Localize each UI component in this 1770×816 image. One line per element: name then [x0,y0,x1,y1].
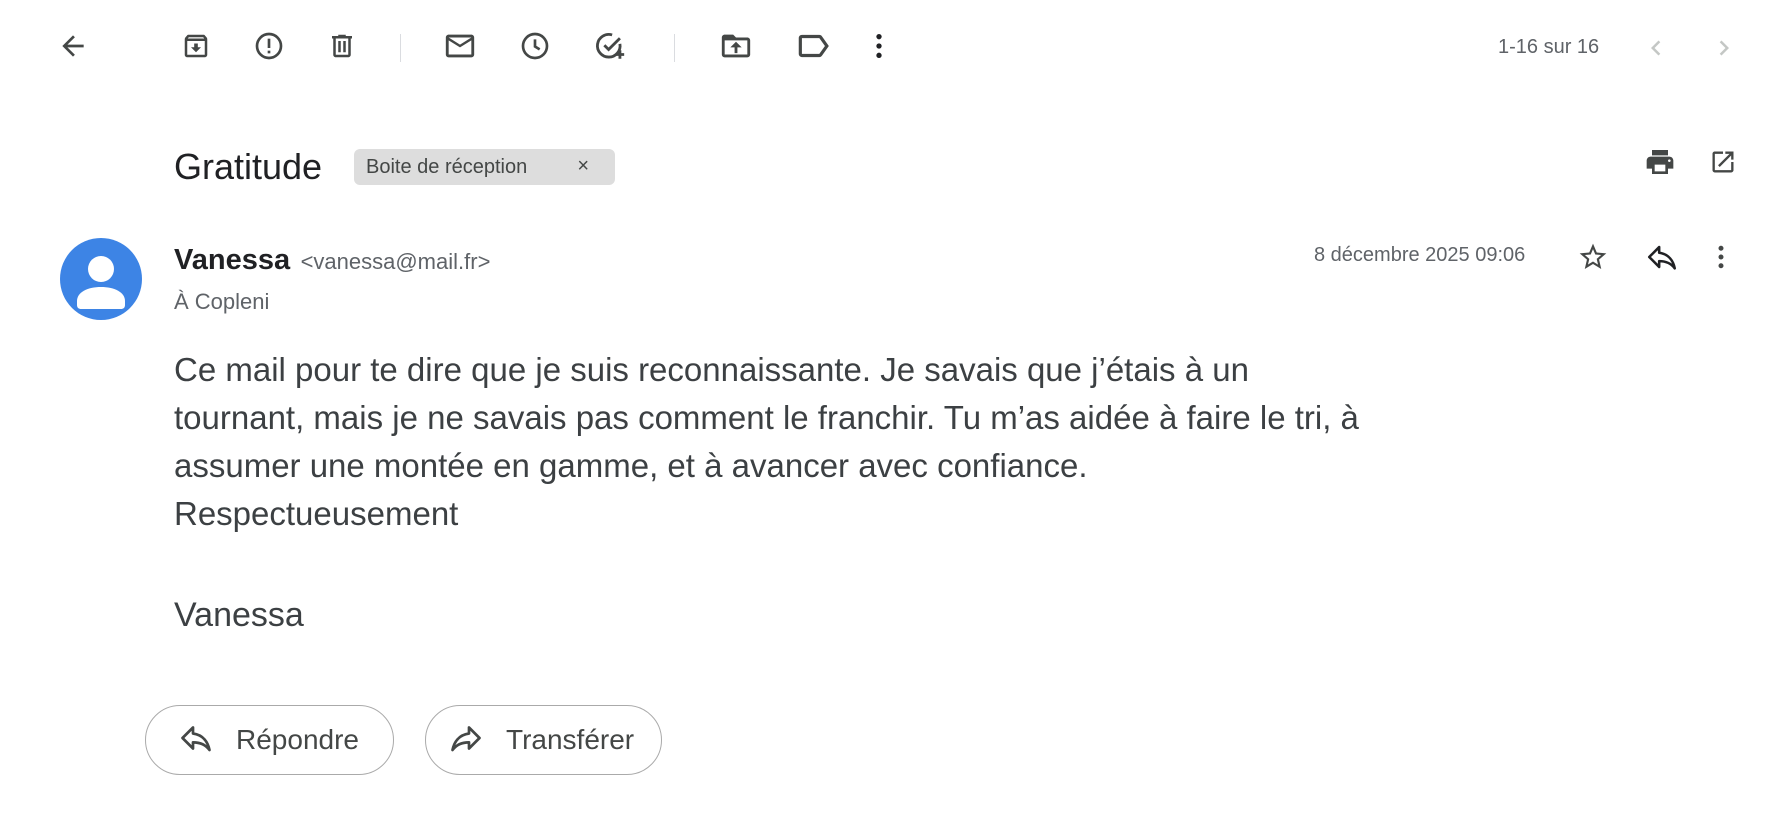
newer-button[interactable] [1632,24,1680,72]
report-spam-button[interactable] [245,22,293,70]
email-body: Ce mail pour te dire que je suis reconna… [174,346,1494,538]
arrow-left-icon [57,30,89,62]
toolbar-divider [674,34,675,62]
print-button[interactable] [1636,138,1684,186]
pagination-count: 1-16 sur 16 [1498,36,1600,58]
forward-button-label: Transférer [506,724,635,755]
back-button[interactable] [49,22,97,70]
body-line: tournant, mais je ne savais pas comment … [174,399,1359,436]
trash-icon [327,31,357,61]
labels-button[interactable] [789,22,837,70]
email-signature: Vanessa [174,596,304,634]
inbox-label-chip[interactable]: Boite de réception × [354,149,615,185]
label-icon [794,27,832,65]
open-in-new-icon [1709,148,1737,176]
more-vertical-icon [1706,242,1736,272]
remove-label-button[interactable]: × [577,155,589,178]
snooze-button[interactable] [511,22,559,70]
archive-button[interactable] [172,22,220,70]
email-subject: Gratitude [174,146,323,187]
reply-icon [178,720,236,761]
sender-name: Vanessa [174,244,291,276]
open-in-new-window-button[interactable] [1699,138,1747,186]
forward-icon [448,720,506,761]
message-more-button[interactable] [1697,233,1745,281]
delete-button[interactable] [318,22,366,70]
move-to-folder-icon [719,29,753,63]
reply-button-label: Répondre [236,724,359,755]
body-line: Respectueusement [174,495,459,532]
older-button[interactable] [1700,24,1748,72]
star-icon [1577,241,1609,273]
chevron-left-icon [1641,33,1671,63]
move-to-button[interactable] [712,22,760,70]
report-spam-icon [253,30,285,62]
add-task-icon [593,29,627,63]
mark-unread-button[interactable] [436,22,484,70]
body-line: Ce mail pour te dire que je suis reconna… [174,351,1249,388]
clock-icon [519,30,551,62]
chevron-right-icon [1709,33,1739,63]
add-task-button[interactable] [586,22,634,70]
more-vertical-icon [863,30,895,62]
reply-icon [1645,240,1679,274]
archive-icon [181,31,211,61]
sender-line: Vanessa <vanessa@mail.fr> [174,244,490,277]
reply-icon-button[interactable] [1638,233,1686,281]
reply-button[interactable]: Répondre [145,705,394,775]
more-options-button[interactable] [855,22,903,70]
recipient-line[interactable]: À Copleni [174,289,269,315]
avatar [60,238,142,320]
message-date: 8 décembre 2025 09:06 [1314,244,1526,266]
person-icon [77,256,125,309]
sender-email: <vanessa@mail.fr> [300,249,491,274]
mail-icon [443,29,477,63]
body-line: assumer une montée en gamme, et à avance… [174,447,1088,484]
print-icon [1644,146,1676,178]
star-button[interactable] [1569,233,1617,281]
label-chip-text: Boite de réception [366,155,528,178]
forward-button[interactable]: Transférer [425,705,662,775]
toolbar-divider [400,34,401,62]
